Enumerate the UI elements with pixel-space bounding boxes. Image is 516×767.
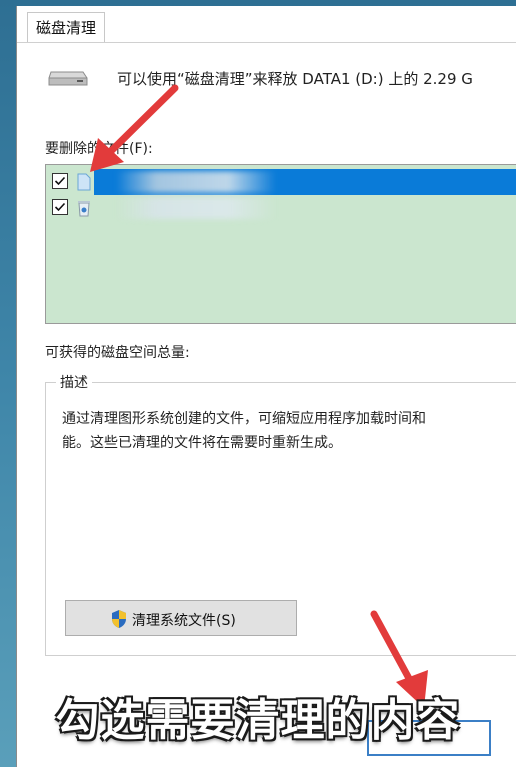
blurred-item-name: [116, 197, 276, 219]
list-item[interactable]: [46, 195, 516, 221]
checkbox[interactable]: [52, 199, 68, 215]
header-summary: 可以使用“磁盘清理”来释放 DATA1 (D:) 上的 2.29 G: [117, 70, 473, 88]
clean-system-files-button[interactable]: 清理系统文件(S): [65, 600, 297, 636]
recycle-bin-icon: [78, 201, 90, 217]
description-legend: 描述: [56, 372, 92, 392]
disk-cleanup-dialog: 磁盘清理 可以使用“磁盘清理”来释放 DATA1 (D:) 上的 2.29 G …: [16, 6, 516, 767]
tab-disk-cleanup[interactable]: 磁盘清理: [27, 12, 106, 42]
list-item[interactable]: [46, 169, 516, 195]
uac-shield-icon: [112, 610, 126, 628]
files-to-delete-label: 要删除的文件(F):: [45, 141, 153, 157]
checkbox[interactable]: [52, 173, 68, 189]
space-gained-label: 可获得的磁盘空间总量:: [45, 345, 190, 361]
drive-icon: [48, 71, 88, 86]
files-list[interactable]: [45, 164, 516, 324]
tutorial-caption: 勾选需要清理的内容: [55, 695, 461, 746]
blurred-item-name: [116, 171, 276, 193]
clean-system-files-label: 清理系统文件(S): [132, 613, 236, 629]
description-text: 通过清理图形系统创建的文件，可缩短应用程序加载时间和 能。这些已清理的文件将在需…: [62, 411, 426, 451]
tab-bar: 磁盘清理: [17, 6, 516, 43]
file-icon: [77, 173, 91, 191]
